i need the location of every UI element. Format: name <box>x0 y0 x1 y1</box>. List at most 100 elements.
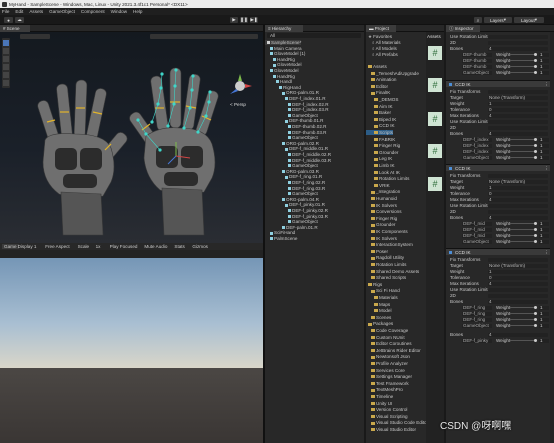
project-folder-row[interactable]: Animation <box>366 77 396 82</box>
project-folder-row[interactable]: Conversions <box>366 209 402 214</box>
field-value[interactable]: 0 <box>488 191 548 196</box>
bone-element[interactable]: DEF-f_index Weight 1 <box>446 137 552 142</box>
favorites-row[interactable]: ⌕All Prefabs <box>366 52 398 57</box>
bone-weight-value[interactable]: 1 <box>539 221 549 226</box>
bone-transform-field[interactable]: DEF-f_index <box>462 143 492 148</box>
kebab-menu-icon[interactable]: ⋮ <box>544 165 549 172</box>
project-folder-row[interactable]: Editor Coroutines <box>366 341 412 346</box>
project-folder-row[interactable]: FABRIK <box>366 137 395 142</box>
pivot-toggle[interactable] <box>20 34 50 39</box>
inspector-field[interactable]: 2D <box>446 125 552 130</box>
project-folder-row[interactable]: Grounder <box>366 150 398 155</box>
bone-transform-field[interactable]: DEF-f_ring <box>462 317 492 322</box>
bone-weight-value[interactable]: 1 <box>539 338 549 343</box>
menu-item[interactable]: Component <box>81 9 105 14</box>
kebab-menu-icon[interactable]: ⋮ <box>544 81 549 88</box>
bone-transform-field[interactable]: DEF-f_ring <box>462 305 492 310</box>
hierarchy-row[interactable]: DEF-f_middle.03.R <box>265 158 331 163</box>
project-folder-row[interactable]: Shared Scripts <box>366 275 406 280</box>
project-folder-row[interactable]: Maps <box>366 302 390 307</box>
project-folder-row[interactable]: JetBrains Rider Editor <box>366 348 421 353</box>
bone-element[interactable]: DEF-f_index Weight 1 <box>446 149 552 154</box>
step-button[interactable]: ▶❚ <box>250 17 258 23</box>
hierarchy-row[interactable]: DEF-f_pinky.02.R <box>265 208 328 213</box>
bone-weight-value[interactable]: 1 <box>539 305 549 310</box>
bone-transform-field[interactable]: DEF-thumb <box>462 64 492 69</box>
field-value[interactable]: 4 <box>488 113 548 118</box>
bone-weight-value[interactable]: 1 <box>539 227 549 232</box>
inspector-field[interactable]: Weight 1 <box>446 269 552 274</box>
layout-dropdown[interactable]: Layout ▾ <box>514 17 544 23</box>
bone-weight-value[interactable]: 1 <box>539 70 549 75</box>
bone-weight-value[interactable]: 1 <box>539 52 549 57</box>
hierarchy-row[interactable]: ORG-palm.02.R <box>265 141 319 146</box>
inspector-field[interactable]: Bones 4 <box>446 215 552 220</box>
bone-transform-field[interactable]: DEF-thumb <box>462 52 492 57</box>
field-value[interactable]: None (Transform) <box>488 263 548 268</box>
hierarchy-row[interactable]: SciFiHand <box>265 230 295 235</box>
slider-handle[interactable] <box>534 228 537 231</box>
bone-weight-slider[interactable] <box>510 139 536 140</box>
inspector-field[interactable]: 2D <box>446 209 552 214</box>
project-folder-row[interactable]: Rotation Limits <box>366 262 406 267</box>
bone-transform-field[interactable]: DEF-f_mid <box>462 233 492 238</box>
inspector-field[interactable]: 2D <box>446 40 552 45</box>
bone-weight-slider[interactable] <box>510 72 536 73</box>
field-value[interactable]: 1 <box>488 185 548 190</box>
hierarchy-row[interactable]: SampleScene* <box>265 40 302 45</box>
project-folder-row[interactable]: Ragdoll Utility <box>366 255 404 260</box>
hierarchy-row[interactable]: ORG-palm.01.R <box>265 90 319 95</box>
hierarchy-row[interactable]: GameObject <box>265 135 318 140</box>
slider-handle[interactable] <box>534 53 537 56</box>
project-folder-row[interactable]: Assets <box>366 64 387 69</box>
bone-element[interactable]: GameObject Weight 1 <box>446 239 552 244</box>
field-value[interactable] <box>488 173 548 178</box>
hierarchy-row[interactable]: DEF-f_pinky.03.R <box>265 214 328 219</box>
hierarchy-row[interactable]: DEF-f_ring.03.R <box>265 186 325 191</box>
inspector-field[interactable]: Weight 1 <box>446 185 552 190</box>
tab-scene[interactable]: # Scene <box>0 25 30 32</box>
bone-element[interactable]: DEF-thumb Weight 1 <box>446 64 552 69</box>
hierarchy-row[interactable]: Handl <box>265 79 292 84</box>
hierarchy-row[interactable]: DEF-f_index.02.R <box>265 102 329 107</box>
hierarchy-row[interactable]: GameObject <box>265 191 318 196</box>
project-folder-row[interactable]: IK Components <box>366 229 408 234</box>
bone-transform-field[interactable]: DEF-f_ring <box>462 311 492 316</box>
hierarchy-row[interactable]: DEF-thumb.02.R <box>265 124 326 129</box>
bone-weight-value[interactable]: 1 <box>539 311 549 316</box>
bone-transform-field[interactable]: DEF-f_index <box>462 149 492 154</box>
favorites-row[interactable]: ⌕All Materials <box>366 40 401 45</box>
component-header-ccd-ik[interactable]: CCD IK ⋮ <box>446 248 552 255</box>
slider-handle[interactable] <box>534 234 537 237</box>
field-value[interactable]: 4 <box>488 197 548 202</box>
project-folder-row[interactable]: Leg IK <box>366 156 392 161</box>
hierarchy-row[interactable]: GloveModel <box>265 68 299 73</box>
hierarchy-row[interactable]: DEF-f_ring.02.R <box>265 180 325 185</box>
bone-weight-slider[interactable] <box>510 313 536 314</box>
game-toolbar-item[interactable]: Free Aspect <box>45 244 70 249</box>
slider-handle[interactable] <box>534 59 537 62</box>
rotate-tool-icon[interactable] <box>3 56 9 62</box>
project-folder-row[interactable]: Limb IK <box>366 163 395 168</box>
bone-weight-value[interactable]: 1 <box>539 323 549 328</box>
bone-transform-field[interactable]: DEF-f_pinky <box>462 338 492 343</box>
bone-weight-slider[interactable] <box>510 54 536 55</box>
hierarchy-row[interactable]: GloveModel (1) <box>265 51 305 56</box>
inspector-field[interactable]: Use Rotation Limits <box>446 287 552 292</box>
project-folder-row[interactable]: Rigs <box>366 282 382 287</box>
field-value[interactable] <box>488 203 548 208</box>
menu-item[interactable]: File <box>2 9 9 14</box>
bone-element[interactable]: DEF-f_ring Weight 1 <box>446 305 552 310</box>
inspector-field[interactable]: Target None (Transform) <box>446 263 552 268</box>
project-folder-row[interactable]: Grounder <box>366 222 395 227</box>
project-folder-row[interactable]: Services Core <box>366 368 405 373</box>
menu-item[interactable]: Edit <box>15 9 23 14</box>
tab-project[interactable]: ▬ Project <box>366 25 396 32</box>
tab-hierarchy[interactable]: ≡ Hierarchy <box>265 25 303 32</box>
slider-handle[interactable] <box>534 71 537 74</box>
inspector-field[interactable]: 2D <box>446 293 552 298</box>
inspector-field[interactable]: Fix Transforms <box>446 257 552 262</box>
field-value[interactable] <box>488 257 548 262</box>
project-folder-row[interactable]: Model <box>366 308 392 313</box>
bone-element[interactable]: DEF-f_index Weight 1 <box>446 143 552 148</box>
